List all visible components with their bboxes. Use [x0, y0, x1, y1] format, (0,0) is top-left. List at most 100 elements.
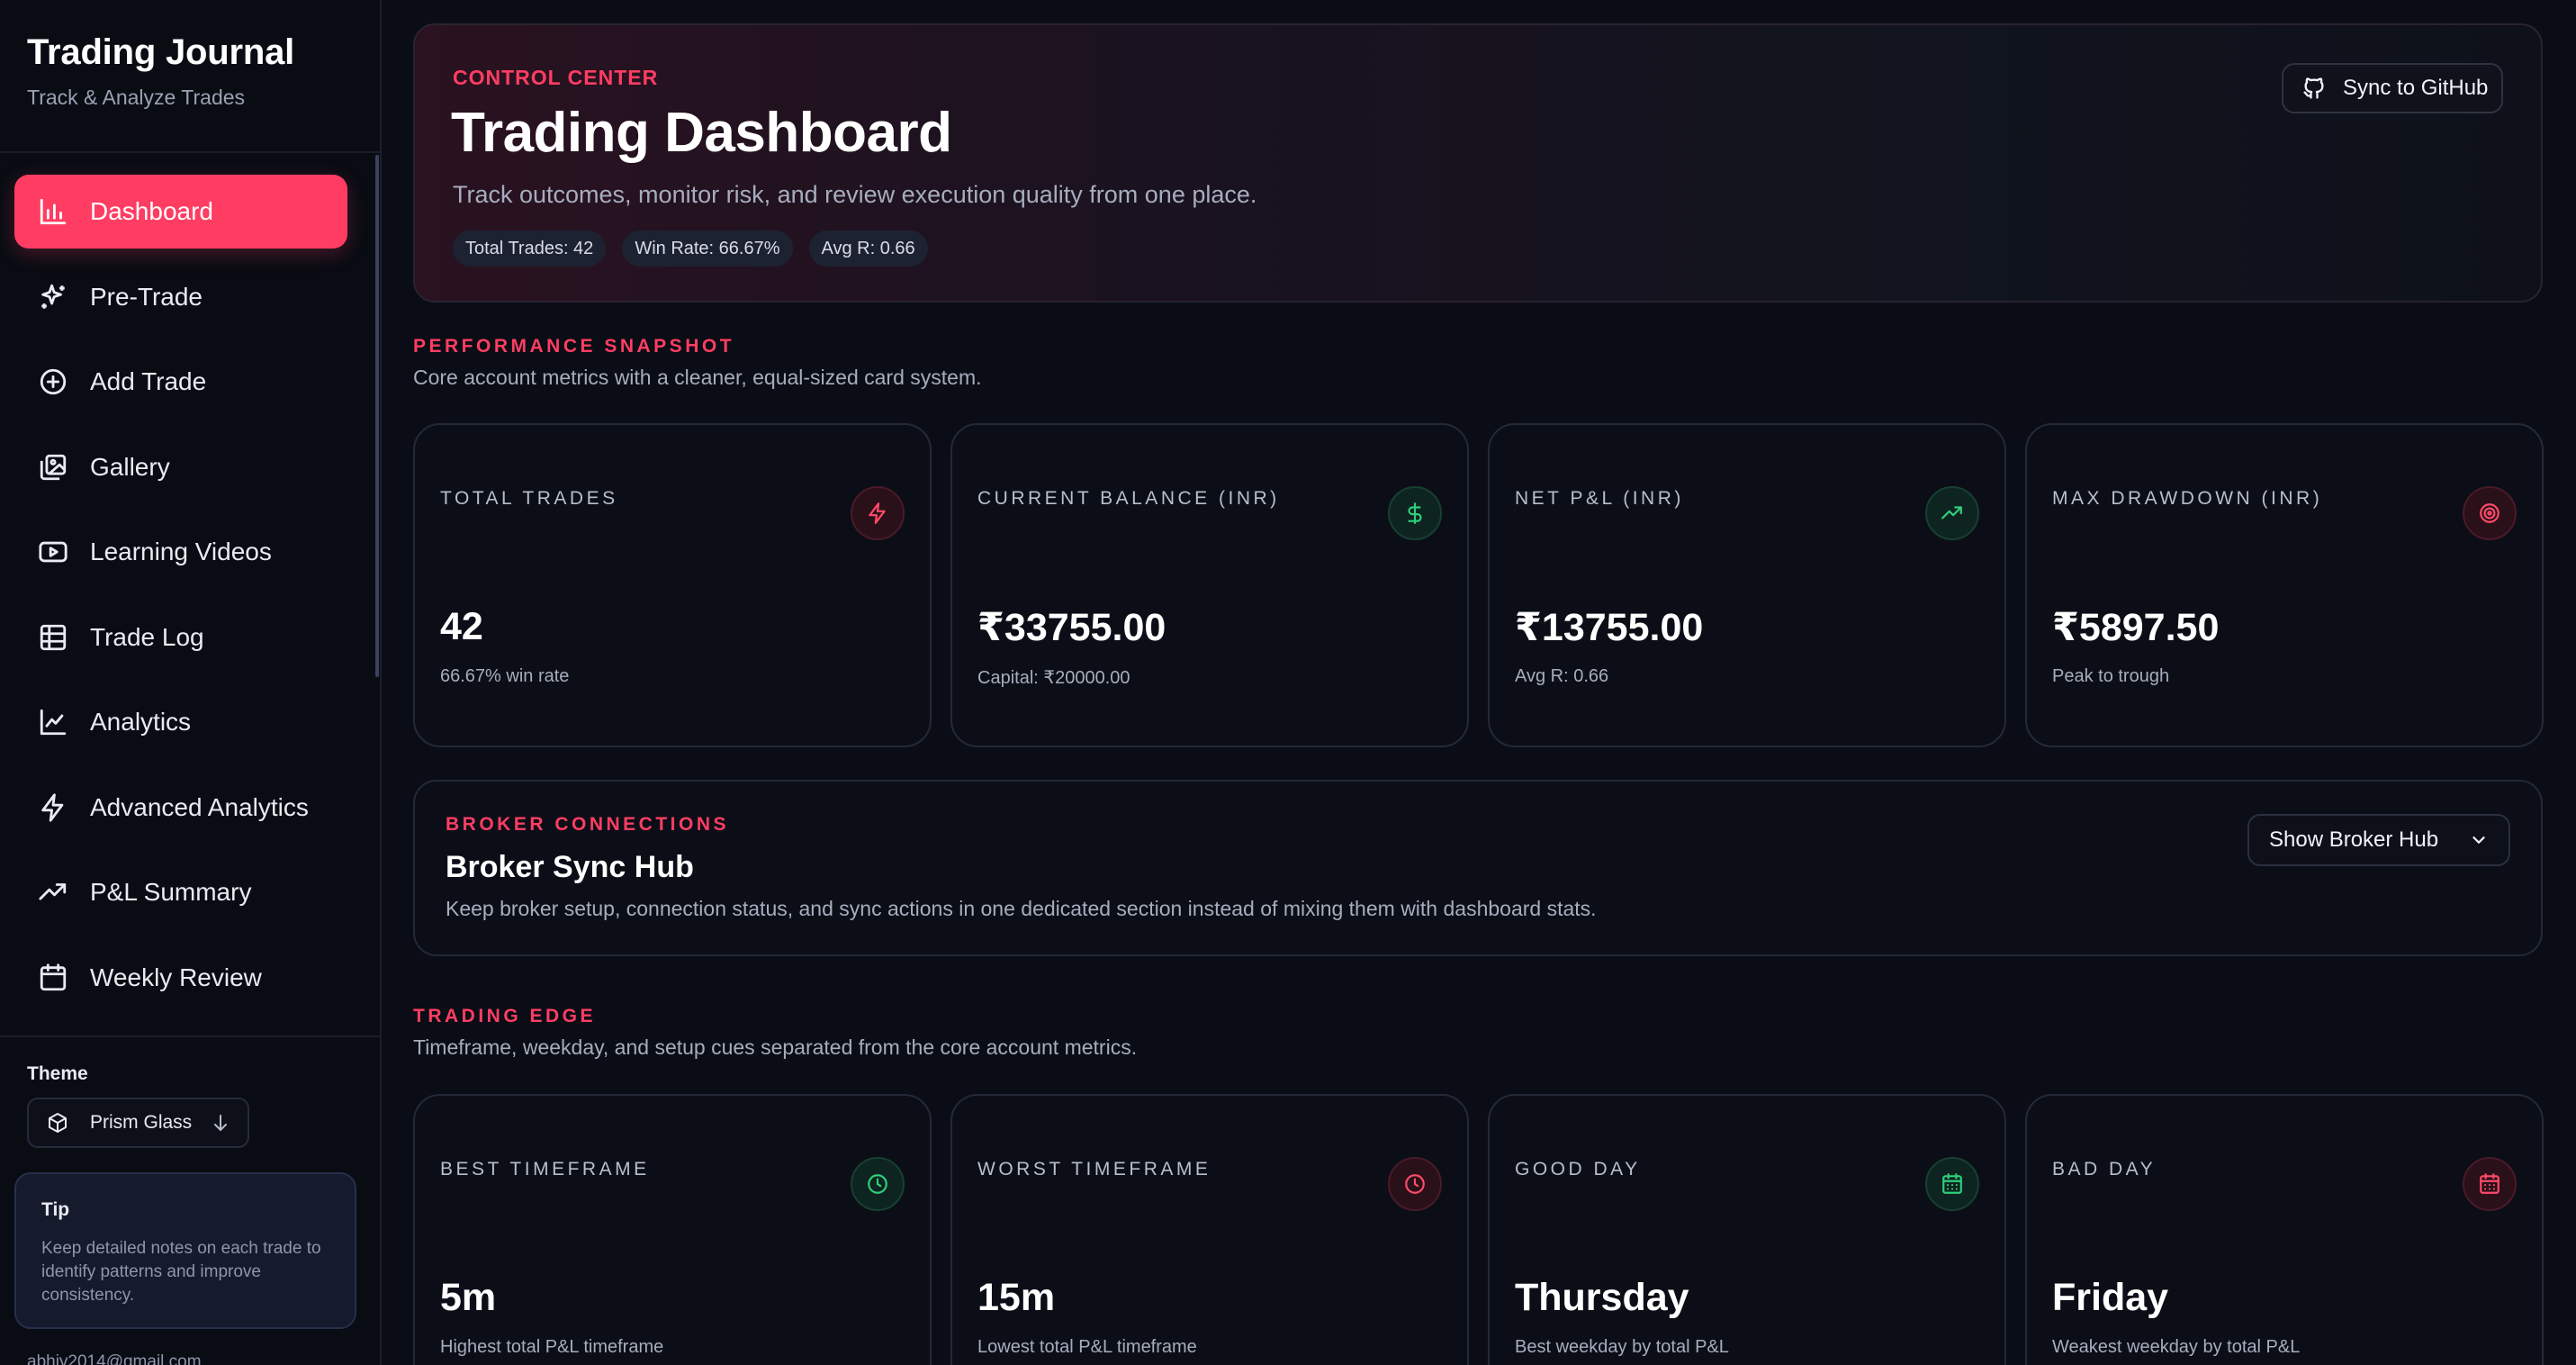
sidebar-item-pre-trade[interactable]: Pre-Trade — [14, 260, 347, 334]
card-value: ₹5897.50 — [2052, 606, 2220, 649]
sidebar-item-label: Weekly Review — [90, 963, 262, 991]
card-subtext: Best weekday by total P&L — [1515, 1337, 1729, 1357]
show-broker-hub-button[interactable]: Show Broker Hub — [2247, 814, 2510, 866]
card-value: Friday — [2052, 1276, 2169, 1319]
tip-text: Keep detailed notes on each trade to ide… — [41, 1239, 321, 1305]
sidebar-item-label: Gallery — [90, 452, 170, 481]
card-subtext: Peak to trough — [2052, 666, 2170, 686]
edge-card-best-timeframe: BEST TIMEFRAME 5m Highest total P&L time… — [413, 1094, 932, 1365]
card-subtext: Avg R: 0.66 — [1515, 666, 1609, 686]
card-label: WORST TIMEFRAME — [977, 1159, 1211, 1180]
card-value: 42 — [440, 605, 483, 648]
sidebar-item-advanced-analytics[interactable]: Advanced Analytics — [14, 771, 347, 845]
sidebar-item-label: P&L Summary — [90, 878, 252, 906]
theme-value: Prism Glass — [90, 1112, 193, 1133]
user-email: abhiy2014@gmail.com — [27, 1352, 202, 1365]
card-value: ₹13755.00 — [1515, 606, 1704, 649]
chevron-down-icon — [2472, 836, 2485, 844]
app-subtitle: Track & Analyze Trades — [27, 86, 246, 109]
table-icon — [38, 622, 68, 653]
images-icon — [38, 452, 68, 483]
broker-button-label: Show Broker Hub — [2269, 827, 2439, 852]
edge-card-bad-day: BAD DAY Friday Weakest weekday by total … — [2025, 1094, 2544, 1365]
calendar-icon — [2463, 1157, 2517, 1211]
card-label: MAX DRAWDOWN (INR) — [2052, 488, 2323, 509]
sync-button-label: Sync to GitHub — [2343, 76, 2489, 100]
clock-icon — [1388, 1157, 1442, 1211]
sidebar: Trading Journal Track & Analyze Trades D… — [0, 0, 382, 1365]
broker-description: Keep broker setup, connection status, an… — [446, 897, 1597, 920]
card-value: ₹33755.00 — [977, 606, 1166, 649]
line-chart-icon — [38, 707, 68, 737]
bar-chart-icon — [38, 196, 68, 227]
performance-eyebrow: PERFORMANCE SNAPSHOT — [413, 336, 735, 357]
page-title: Trading Dashboard — [451, 102, 952, 164]
broker-title: Broker Sync Hub — [446, 850, 694, 884]
arrow-down-icon — [214, 1115, 227, 1132]
sidebar-item-label: Trade Log — [90, 622, 204, 651]
brand: Trading Journal Track & Analyze Trades — [0, 0, 380, 153]
sidebar-scrollbar[interactable] — [375, 155, 379, 677]
metric-card-net-pl: NET P&L (INR) ₹13755.00 Avg R: 0.66 — [1488, 423, 2006, 747]
broker-eyebrow: BROKER CONNECTIONS — [446, 814, 730, 835]
chip-avg-r: Avg R: 0.66 — [808, 231, 928, 267]
card-label: TOTAL TRADES — [440, 488, 618, 509]
cube-icon — [49, 1113, 67, 1133]
sidebar-item-pl-summary[interactable]: P&L Summary — [14, 855, 347, 929]
broker-sync-hub: BROKER CONNECTIONS Broker Sync Hub Keep … — [413, 780, 2543, 956]
card-label: CURRENT BALANCE (INR) — [977, 488, 1280, 509]
metric-card-max-drawdown: MAX DRAWDOWN (INR) ₹5897.50 Peak to trou… — [2025, 423, 2544, 747]
sidebar-item-learning-videos[interactable]: Learning Videos — [14, 515, 347, 589]
card-subtext: Capital: ₹20000.00 — [977, 668, 1130, 688]
metric-card-current-balance: CURRENT BALANCE (INR) ₹33755.00 Capital:… — [950, 423, 1469, 747]
sidebar-item-gallery[interactable]: Gallery — [14, 430, 347, 504]
hero-description: Track outcomes, monitor risk, and review… — [453, 181, 1257, 208]
sidebar-item-label: Pre-Trade — [90, 282, 203, 311]
sidebar-item-add-trade[interactable]: Add Trade — [14, 345, 347, 419]
card-label: BEST TIMEFRAME — [440, 1159, 650, 1180]
card-subtext: Weakest weekday by total P&L — [2052, 1337, 2301, 1357]
video-icon — [38, 537, 68, 567]
metric-card-total-trades: TOTAL TRADES 42 66.67% win rate — [413, 423, 932, 747]
card-label: BAD DAY — [2052, 1159, 2157, 1180]
app-title: Trading Journal — [27, 32, 295, 72]
trending-up-icon — [38, 877, 68, 908]
sidebar-item-label: Add Trade — [90, 367, 207, 395]
lightning-icon — [851, 486, 905, 540]
sync-github-button[interactable]: Sync to GitHub — [2282, 63, 2503, 113]
chip-win-rate: Win Rate: 66.67% — [622, 231, 793, 267]
github-icon — [2303, 77, 2324, 99]
card-value: 5m — [440, 1276, 497, 1319]
sidebar-item-label: Dashboard — [90, 197, 213, 225]
chip-total-trades: Total Trades: 42 — [453, 231, 607, 267]
sidebar-item-label: Analytics — [90, 708, 192, 736]
sidebar-item-label: Learning Videos — [90, 538, 272, 565]
sidebar-item-analytics[interactable]: Analytics — [14, 685, 347, 759]
theme-label: Theme — [27, 1063, 88, 1084]
sidebar-nav: Dashboard Pre-Trade Add Trade Gallery Le… — [14, 175, 347, 1026]
sparkles-icon — [38, 282, 68, 312]
edge-card-worst-timeframe: WORST TIMEFRAME 15m Lowest total P&L tim… — [950, 1094, 1469, 1365]
hero-panel: CONTROL CENTER Trading Dashboard Track o… — [413, 23, 2543, 303]
card-value: 15m — [977, 1276, 1056, 1319]
performance-description: Core account metrics with a cleaner, equ… — [413, 366, 982, 389]
trending-up-icon — [1925, 486, 1979, 540]
edge-description: Timeframe, weekday, and setup cues separ… — [413, 1035, 1138, 1059]
edge-card-good-day: GOOD DAY Thursday Best weekday by total … — [1488, 1094, 2006, 1365]
sidebar-item-dashboard[interactable]: Dashboard — [14, 175, 347, 249]
tip-box: Tip Keep detailed notes on each trade to… — [14, 1172, 356, 1329]
card-subtext: 66.67% win rate — [440, 666, 570, 686]
card-subtext: Lowest total P&L timeframe — [977, 1337, 1197, 1357]
stat-chips: Total Trades: 42 Win Rate: 66.67% Avg R:… — [453, 231, 928, 267]
sidebar-item-weekly-review[interactable]: Weekly Review — [14, 941, 347, 1015]
card-label: GOOD DAY — [1515, 1159, 1641, 1180]
tip-title: Tip — [41, 1199, 70, 1220]
calendar-icon — [38, 963, 68, 993]
sidebar-item-label: Advanced Analytics — [90, 792, 309, 821]
theme-select[interactable]: Prism Glass — [27, 1098, 249, 1148]
hero-eyebrow: CONTROL CENTER — [453, 66, 659, 89]
sidebar-item-trade-log[interactable]: Trade Log — [14, 601, 347, 674]
calendar-check-icon — [1925, 1157, 1979, 1211]
card-label: NET P&L (INR) — [1515, 488, 1684, 509]
lightning-icon — [38, 792, 68, 823]
